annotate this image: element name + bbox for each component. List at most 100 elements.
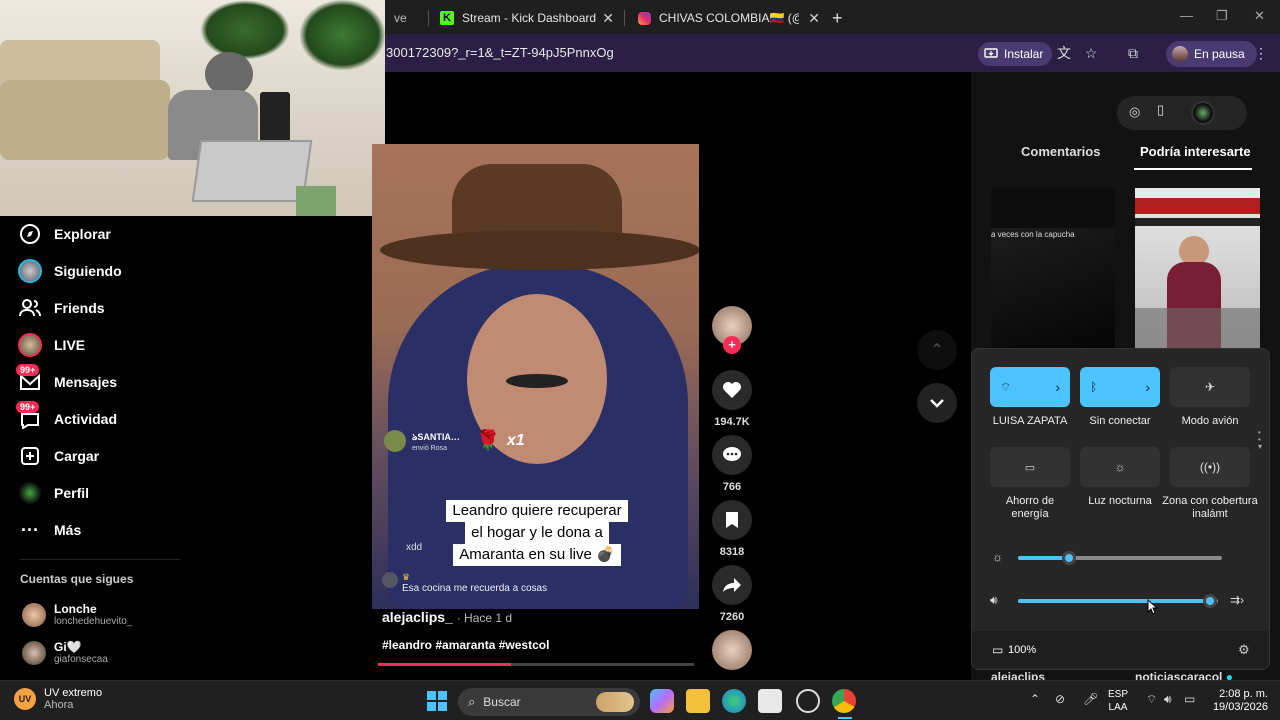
tab-kick-dashboard[interactable]: K Stream - Kick Dashboard ✕ [430, 4, 622, 32]
weather-title: UV extremo [44, 687, 103, 699]
extensions-icon[interactable]: ⧉ [1124, 44, 1142, 62]
browser-tab-partial[interactable]: ve [384, 4, 428, 32]
windows-start-icon[interactable] [425, 689, 449, 713]
wifi-toggle[interactable]: ⌔ › [990, 367, 1070, 407]
next-video-button[interactable] [917, 383, 957, 423]
video-player[interactable]: ঌSANTIA… envió Rosa 🌹 x1 Leandro quiere … [372, 144, 699, 609]
edge-icon[interactable] [722, 689, 746, 713]
profile-button[interactable]: En pausa [1166, 41, 1257, 67]
microphone-icon[interactable]: 🎤︎ [1083, 692, 1098, 706]
compass-icon[interactable]: ◎ [1129, 104, 1140, 120]
followed-account[interactable]: Gi🤍 giafonsecaa [22, 640, 108, 665]
airplane-mode-toggle[interactable]: ✈ [1170, 367, 1250, 407]
save-button[interactable]: 8318 [711, 500, 753, 558]
chat-text: Esa cocina me recuerda a cosas [402, 583, 548, 594]
next-author-avatar[interactable] [711, 630, 753, 670]
profile-icon [18, 481, 42, 505]
kebab-menu-icon[interactable]: ⋮ [1252, 44, 1270, 62]
notification-badge: 99+ [16, 401, 40, 413]
battery-saver-label: Ahorro de energía [1005, 495, 1055, 520]
mobile-icon[interactable]: ▯ [1157, 102, 1164, 118]
night-light-toggle[interactable]: ☼ [1080, 447, 1160, 487]
sidebar-item-profile[interactable]: Perfil [18, 481, 89, 505]
app-icon[interactable] [796, 689, 820, 713]
close-icon[interactable]: ✕ [602, 10, 614, 27]
chevron-right-icon[interactable]: › [1145, 379, 1150, 395]
close-window-icon[interactable]: ✕ [1254, 8, 1265, 24]
no-signal-icon[interactable]: ⊘ [1055, 692, 1065, 706]
sidebar-item-upload[interactable]: Cargar [18, 444, 99, 468]
battery-percent: 100% [1008, 644, 1037, 656]
store-icon[interactable] [758, 689, 782, 713]
windows-taskbar: UV UV extremo Ahora ⌕ Buscar ⌃ ⊘ 🎤︎ ESP LA… [0, 680, 1280, 720]
tab-label: Stream - Kick Dashboard [462, 11, 597, 25]
new-tab-button[interactable]: + [832, 8, 843, 29]
share-button[interactable]: 7260 [711, 565, 753, 623]
video-hashtags[interactable]: #leandro #amaranta #westcol [382, 638, 549, 652]
heart-icon [712, 370, 752, 410]
sidebar-item-explore[interactable]: Explorar [18, 222, 111, 246]
chevron-up-icon[interactable]: ⌃ [1030, 692, 1040, 706]
wifi-icon[interactable]: ⌔ [1146, 692, 1157, 707]
volume-slider[interactable] [1018, 594, 1218, 608]
lang-line: LAA [1108, 702, 1128, 713]
translate-icon[interactable]: 文 [1055, 44, 1073, 62]
copilot-icon[interactable] [650, 689, 674, 713]
chevron-up-icon: ⌃ [930, 342, 944, 359]
chrome-icon[interactable] [832, 689, 856, 713]
sidebar-item-friends[interactable]: Friends [18, 296, 105, 320]
page-indicator[interactable]: • • ▾ [1258, 429, 1262, 451]
followed-account[interactable]: Lonche lonchedehuevito_ [22, 602, 132, 627]
chevron-right-icon[interactable]: › [1055, 379, 1060, 395]
follow-plus-icon[interactable]: + [723, 336, 741, 354]
audio-output-icon[interactable]: ⇉› [1230, 593, 1244, 607]
url-field[interactable]: 300172309?_r=1&_t=ZT-94pJ5PnnxOg [386, 45, 614, 60]
recommended-thumbnail[interactable]: a veces con la capucha [991, 188, 1115, 348]
like-button[interactable]: 194.7K [711, 370, 753, 428]
video-progress-bar[interactable] [378, 663, 694, 666]
messages-icon: 99+ [16, 364, 42, 394]
author-avatar-button[interactable]: + [711, 306, 753, 354]
chevron-down-icon [930, 399, 944, 408]
sidebar-item-messages[interactable]: 99+ Mensajes [16, 364, 117, 394]
sidebar-item-more[interactable]: ··· Más [18, 518, 81, 542]
author-name: alejaclips_ [382, 609, 453, 625]
maximize-icon[interactable]: ❐ [1216, 8, 1228, 24]
close-icon[interactable]: ✕ [808, 10, 820, 27]
tab-instagram[interactable]: CHIVAS COLOMBIA🇨🇴 (@chiva ✕ [628, 4, 828, 32]
file-explorer-icon[interactable] [686, 689, 710, 713]
brightness-slider[interactable] [1018, 551, 1222, 565]
weather-widget[interactable]: UV UV extremo Ahora [14, 687, 102, 711]
tab-comments[interactable]: Comentarios [1021, 144, 1100, 159]
minimize-icon[interactable]: — [1180, 8, 1193, 23]
install-app-button[interactable]: Instalar [978, 42, 1053, 66]
avatar [22, 640, 46, 665]
language-indicator[interactable]: ESP LAA [1108, 688, 1128, 714]
bookmark-star-icon[interactable]: ☆ [1082, 44, 1100, 62]
bluetooth-toggle[interactable]: ᛒ › [1080, 367, 1160, 407]
like-count: 194.7K [714, 416, 750, 428]
comment-button[interactable]: 766 [711, 435, 753, 493]
clock[interactable]: 2:08 p. m. 19/03/2026 [1210, 688, 1268, 714]
hotspot-toggle[interactable]: ((•)) [1170, 447, 1250, 487]
quick-settings-panel: ⌔ › LUISA ZAPATA ᛒ › Sin conectar ✈ Modo… [971, 348, 1270, 670]
user-avatar[interactable] [1191, 101, 1215, 125]
thumbnail-caption: a veces con la capucha [991, 230, 1075, 239]
previous-video-button[interactable]: ⌃ [917, 330, 957, 370]
battery-icon[interactable]: ▭ [992, 643, 1003, 657]
battery-icon[interactable]: ▭ [1184, 692, 1195, 706]
settings-gear-icon[interactable]: ⚙ [1238, 642, 1250, 658]
night-light-label: Luz nocturna [1088, 495, 1152, 507]
recommended-thumbnail[interactable] [1135, 188, 1260, 348]
volume-icon[interactable]: 🔊︎ [990, 593, 998, 608]
volume-thumb[interactable] [1203, 594, 1217, 608]
volume-icon[interactable]: 🔊︎ [1164, 692, 1172, 707]
taskbar-search[interactable]: ⌕ Buscar [458, 688, 640, 716]
sidebar-item-activity[interactable]: 99+ Actividad [16, 401, 117, 431]
video-author[interactable]: alejaclips_ · Hace 1 d [382, 609, 512, 625]
sidebar-item-following[interactable]: Siguiendo [18, 259, 122, 283]
sidebar-item-live[interactable]: LIVE [18, 333, 85, 357]
tab-may-interest[interactable]: Podría interesarte [1140, 144, 1251, 159]
brightness-thumb[interactable] [1062, 551, 1076, 565]
battery-saver-toggle[interactable]: ▭ [990, 447, 1070, 487]
